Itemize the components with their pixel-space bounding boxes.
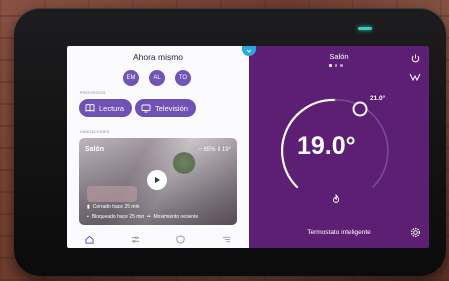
target-temperature: 21.0° <box>370 95 386 102</box>
motion-icon: •• <box>147 214 151 220</box>
tv-icon <box>141 104 151 113</box>
chevron-down-icon <box>246 49 252 53</box>
door-status: ▮ Cerrado hace 25 min <box>87 204 139 210</box>
person-chip-em[interactable]: EM <box>123 70 139 86</box>
thermostat-label: Termostato inteligente <box>307 229 371 236</box>
display-screen: Ahora mismo EM AL TO PREFERIDOS Lectura … <box>67 46 429 248</box>
person-chip-al[interactable]: AL <box>149 70 165 86</box>
menu-icon[interactable] <box>221 234 231 244</box>
thermostat-room-title: Salón <box>329 52 349 61</box>
settings-icon[interactable] <box>410 225 421 243</box>
play-button[interactable] <box>147 170 167 190</box>
bottom-nav <box>67 230 249 248</box>
page-dot-1 <box>329 64 332 67</box>
overview-panel: Ahora mismo EM AL TO PREFERIDOS Lectura … <box>67 46 249 248</box>
flame-icon <box>332 191 340 209</box>
room-temperature: 19° <box>221 147 231 153</box>
home-icon[interactable] <box>85 234 95 244</box>
thermometer-icon: ǁ <box>217 147 221 153</box>
room-card-stats: ○ 65% ǁ 19° <box>198 147 231 153</box>
camera-feed-plant <box>171 152 197 174</box>
droplet-icon: ○ <box>198 147 202 153</box>
room-card-title: Salón <box>85 146 105 153</box>
smart-display-device: Ahora mismo EM AL TO PREFERIDOS Lectura … <box>14 8 446 276</box>
lock-status: ▪ Bloqueado hace 25 min <box>87 214 144 220</box>
book-icon <box>85 104 95 112</box>
door-status-text: Cerrado hace 25 min <box>92 204 140 210</box>
current-temperature: 19.0° <box>297 132 356 160</box>
favorites-section-label: PREFERIDOS <box>80 91 106 95</box>
lock-status-text: Bloqueado hace 25 min <box>91 214 145 220</box>
motion-status-text: Movimiento reciente <box>153 214 199 220</box>
panel-title: Ahora mismo <box>132 52 184 62</box>
play-icon <box>155 177 160 183</box>
room-humidity: 65% <box>203 147 216 153</box>
person-chip-to[interactable]: TO <box>175 70 191 86</box>
page-indicator <box>329 64 343 67</box>
status-led <box>358 27 372 30</box>
camera-feed-sofa <box>87 186 137 202</box>
motion-status: •• Movimiento reciente <box>147 214 198 220</box>
sliders-icon[interactable] <box>130 234 140 244</box>
rooms-section-label: HABITACIONES <box>80 130 110 134</box>
thermostat-panel: Salón 21.0° 19.0° Termostato inteligente <box>249 46 429 248</box>
flow-icon[interactable] <box>409 69 421 87</box>
target-handle[interactable] <box>352 101 368 117</box>
door-icon: ▮ <box>87 204 90 210</box>
page-dot-2 <box>334 64 337 67</box>
scene-label-lectura: Lectura <box>99 103 125 113</box>
scene-button-television[interactable]: Televisión <box>135 99 196 117</box>
lock-icon: ▪ <box>87 214 89 220</box>
scene-label-television: Televisión <box>155 103 188 113</box>
power-icon[interactable] <box>410 51 421 69</box>
scene-button-lectura[interactable]: Lectura <box>79 99 133 117</box>
page-dot-3 <box>340 64 343 67</box>
room-camera-card[interactable]: Salón ○ 65% ǁ 19° ▮ Cerrado hace 25 min … <box>79 138 237 225</box>
shield-icon[interactable] <box>176 234 186 244</box>
